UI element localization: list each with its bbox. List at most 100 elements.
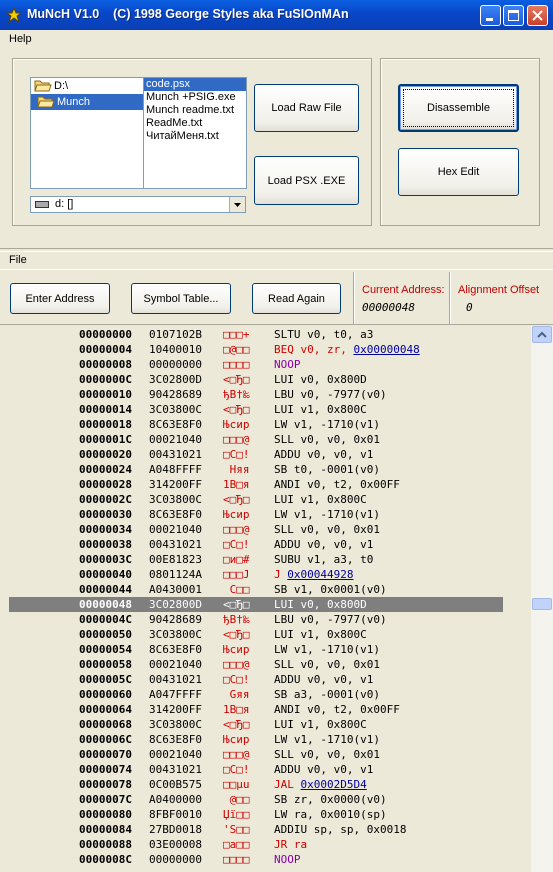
branch-target-link[interactable]: 0x0002D5D4 xyxy=(301,778,367,791)
disassembly-listing[interactable]: 00000000 0107102B □□□+ SLTU v0, t0, a3 00000… xyxy=(0,326,531,872)
selected-code-row[interactable]: 00000048 3C02800D <□Ђ□ LUI v0, 0x800D xyxy=(9,597,503,612)
focus-rect xyxy=(403,89,514,127)
code-row[interactable]: 00000028 314200FF 1B□я ANDI v0, t2, 0x00FF xyxy=(0,477,531,492)
dropdown-button[interactable] xyxy=(229,197,245,212)
code-row[interactable]: 00000050 3C03800C <□Ђ□ LUI v1, 0x800C xyxy=(0,627,531,642)
maximize-button[interactable] xyxy=(503,5,524,26)
code-row[interactable]: 00000054 8C63E8F0 Њcир LW v1, -1710(v1) xyxy=(0,642,531,657)
load-raw-file-button[interactable]: Load Raw File xyxy=(254,84,359,132)
file-item[interactable]: Munch +PSIG.exe xyxy=(144,91,246,104)
code-row[interactable]: 00000060 A047FFFF Gяя SB a3, -0001(v0) xyxy=(0,687,531,702)
code-mnemonic: SUBU v1, a3, t0 xyxy=(274,553,373,566)
file-list[interactable]: code.psx Munch +PSIG.exe Munch readme.tx… xyxy=(143,77,247,189)
code-address: 0000004C xyxy=(79,613,132,626)
dir-item-root[interactable]: D:\ xyxy=(31,78,143,94)
code-row[interactable]: 00000004 10400010 □@□□ BEQ v0, zr, 0x000000… xyxy=(0,342,531,357)
file-item[interactable]: code.psx xyxy=(144,78,246,91)
splitter[interactable] xyxy=(0,248,553,252)
dir-item-munch[interactable]: Munch xyxy=(31,94,143,110)
code-row[interactable]: 00000018 8C63E8F0 Њcир LW v1, -1710(v1) xyxy=(0,417,531,432)
code-opcode: 10400010 xyxy=(149,343,202,356)
scroll-thumb[interactable] xyxy=(532,598,552,610)
hex-edit-button[interactable]: Hex Edit xyxy=(398,148,519,196)
code-row[interactable]: 00000044 A0430001 C□□ SB v1, 0x0001(v0) xyxy=(0,582,531,597)
code-mnemonic: LW ra, 0x0010(sp) xyxy=(274,808,387,821)
code-ascii: Њcир xyxy=(223,643,250,656)
code-address: 00000014 xyxy=(79,403,132,416)
branch-target-link[interactable]: 0x00044928 xyxy=(287,568,353,581)
code-row[interactable]: 00000078 0C00B575 □□µu JAL 0x0002D5D4 xyxy=(0,777,531,792)
read-again-button[interactable]: Read Again xyxy=(252,283,341,314)
code-row[interactable]: 0000008C 00000000 □□□□ NOOP xyxy=(0,852,531,867)
code-row[interactable]: 00000020 00431021 □C□! ADDU v0, v0, v1 xyxy=(0,447,531,462)
code-address: 00000064 xyxy=(79,703,132,716)
alignment-offset-label: Alignment Offset xyxy=(458,284,540,296)
minimize-button[interactable] xyxy=(480,5,501,26)
code-row[interactable]: 00000038 00431021 □C□! ADDU v0, v0, v1 xyxy=(0,537,531,552)
code-address: 00000000 xyxy=(79,328,132,341)
file-item[interactable]: Munch readme.txt xyxy=(144,104,246,117)
code-mnemonic: LW v1, -1710(v1) xyxy=(274,508,380,521)
code-row[interactable]: 00000024 A048FFFF Hяя SB t0, -0001(v0) xyxy=(0,462,531,477)
code-row[interactable]: 0000006C 8C63E8F0 Њcир LW v1, -1710(v1) xyxy=(0,732,531,747)
code-ascii: □□□+ xyxy=(223,328,250,341)
code-row[interactable]: 00000074 00431021 □C□! ADDU v0, v0, v1 xyxy=(0,762,531,777)
close-icon xyxy=(532,10,543,21)
code-row[interactable]: 00000080 8FBF0010 Џї□□ LW ra, 0x0010(sp) xyxy=(0,807,531,822)
code-row[interactable]: 00000084 27BD0018 'Ѕ□□ ADDIU sp, sp, 0x0018 xyxy=(0,822,531,837)
code-ascii: □□□@ xyxy=(223,523,250,536)
code-row[interactable]: 0000000C 3C02800D <□Ђ□ LUI v0, 0x800D xyxy=(0,372,531,387)
code-row[interactable]: 00000010 90428689 ђB†‰ LBU v0, -7977(v0) xyxy=(0,387,531,402)
code-row[interactable]: 00000030 8C63E8F0 Њcир LW v1, -1710(v1) xyxy=(0,507,531,522)
code-ascii: □и□# xyxy=(223,553,250,566)
code-row[interactable]: 0000001C 00021040 □□□@ SLL v0, v0, 0x01 xyxy=(0,432,531,447)
code-row[interactable]: 00000070 00021040 □□□@ SLL v0, v0, 0x01 xyxy=(0,747,531,762)
code-instruction: SB zr, 0x0000(v0) xyxy=(274,793,387,806)
code-row[interactable]: 00000040 0801124A □□□J J 0x00044928 xyxy=(0,567,531,582)
file-item[interactable]: ReadMe.txt xyxy=(144,117,246,130)
symbol-table-button[interactable]: Symbol Table... xyxy=(131,283,231,314)
code-mnemonic: SB zr, 0x0000(v0) xyxy=(274,793,387,806)
code-instruction: LUI v0, 0x800D xyxy=(274,373,367,386)
enter-address-button[interactable]: Enter Address xyxy=(10,283,110,314)
code-row[interactable]: 00000034 00021040 □□□@ SLL v0, v0, 0x01 xyxy=(0,522,531,537)
code-row[interactable]: 0000004C 90428689 ђB†‰ LBU v0, -7977(v0) xyxy=(0,612,531,627)
disassemble-button[interactable]: Disassemble xyxy=(398,84,519,132)
code-row[interactable]: 00000068 3C03800C <□Ђ□ LUI v1, 0x800C xyxy=(0,717,531,732)
code-row[interactable]: 0000005C 00431021 □C□! ADDU v0, v0, v1 xyxy=(0,672,531,687)
code-opcode: 00431021 xyxy=(149,538,202,551)
code-row[interactable]: 0000007C A0400000 @□□ SB zr, 0x0000(v0) xyxy=(0,792,531,807)
load-psx-exe-button[interactable]: Load PSX .EXE xyxy=(254,156,359,205)
code-row[interactable]: 00000014 3C03800C <□Ђ□ LUI v1, 0x800C xyxy=(0,402,531,417)
menu-help[interactable]: Help xyxy=(9,33,32,45)
drive-select[interactable]: d: [] xyxy=(30,196,246,213)
code-row[interactable]: 00000008 00000000 □□□□ NOOP xyxy=(0,357,531,372)
code-address: 00000088 xyxy=(79,838,132,851)
file-item[interactable]: ЧитайМеня.txt xyxy=(144,130,246,143)
code-row[interactable]: 00000058 00021040 □□□@ SLL v0, v0, 0x01 xyxy=(0,657,531,672)
code-row[interactable]: 00000088 03E00008 □а□□ JR ra xyxy=(0,837,531,852)
code-instruction: ADDU v0, v0, v1 xyxy=(274,538,374,551)
code-address: 00000050 xyxy=(79,628,132,641)
vertical-scrollbar[interactable] xyxy=(531,326,553,872)
code-instruction: SLTU v0, t0, a3 xyxy=(274,328,374,341)
code-row[interactable]: 00000000 0107102B □□□+ SLTU v0, t0, a3 xyxy=(0,327,531,342)
code-mnemonic: SLL v0, v0, 0x01 xyxy=(274,523,380,536)
code-mnemonic: LUI v1, 0x800C xyxy=(274,718,367,731)
code-row[interactable]: 0000003C 00E81823 □и□# SUBU v1, a3, t0 xyxy=(0,552,531,567)
code-opcode: 8FBF0010 xyxy=(149,808,202,821)
code-ascii: □C□! xyxy=(223,538,250,551)
code-mnemonic: JR ra xyxy=(274,838,307,851)
code-row[interactable]: 0000002C 3C03800C <□Ђ□ LUI v1, 0x800C xyxy=(0,492,531,507)
code-address: 00000018 xyxy=(79,418,132,431)
code-address: 0000003C xyxy=(79,553,132,566)
code-ascii: Њcир xyxy=(223,418,250,431)
scroll-up-button[interactable] xyxy=(532,326,552,343)
code-row[interactable]: 00000064 314200FF 1B□я ANDI v0, t2, 0x00FF xyxy=(0,702,531,717)
branch-target-link[interactable]: 0x00000048 xyxy=(353,343,419,356)
code-instruction: ADDU v0, v0, v1 xyxy=(274,448,374,461)
directory-list[interactable]: D:\ Munch xyxy=(30,77,144,189)
code-instruction: ANDI v0, t2, 0x00FF xyxy=(274,478,400,491)
menu-file[interactable]: File xyxy=(9,254,27,266)
close-button[interactable] xyxy=(527,5,548,26)
